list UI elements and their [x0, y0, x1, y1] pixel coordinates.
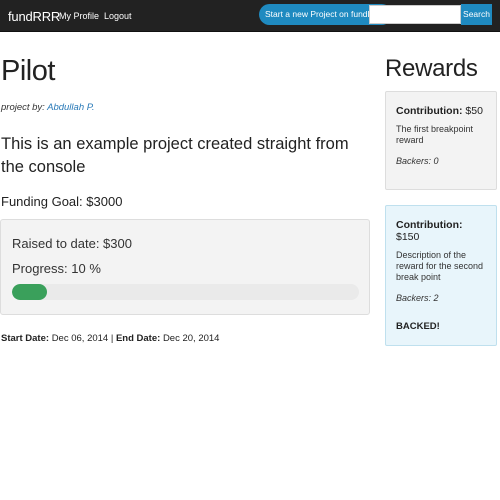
- funding-goal: Funding Goal: $3000: [1, 194, 123, 209]
- project-dates: Start Date: Dec 06, 2014 | End Date: Dec…: [1, 333, 219, 344]
- start-date-value: Dec 06, 2014: [51, 333, 109, 344]
- logout-link[interactable]: Logout: [104, 11, 132, 21]
- brand-logo-link[interactable]: fundRRR: [8, 9, 60, 24]
- byline-prefix: project by:: [1, 102, 45, 113]
- search-input[interactable]: [369, 5, 461, 24]
- date-separator: |: [110, 333, 114, 344]
- project-description: This is an example project created strai…: [1, 135, 349, 176]
- author-link[interactable]: Abdullah P.: [47, 102, 94, 113]
- progress-bar: [12, 284, 359, 300]
- project-title: Pilot: [1, 55, 55, 87]
- my-profile-link[interactable]: My Profile: [59, 11, 99, 21]
- raised-to-date: Raised to date: $300: [12, 236, 132, 251]
- start-date-label: Start Date:: [1, 333, 50, 344]
- top-navbar: fundRRR My Profile Logout Start a new Pr…: [0, 0, 500, 32]
- reward-contribution: Contribution: $50: [396, 105, 486, 117]
- contribution-amount: $50: [465, 105, 483, 117]
- contribution-label: Contribution:: [396, 219, 463, 231]
- search-button[interactable]: Search: [461, 4, 492, 25]
- progress-bar-fill: [12, 284, 47, 300]
- rewards-heading: Rewards: [385, 55, 478, 82]
- progress-label: Progress: 10 %: [12, 261, 101, 276]
- funding-status-panel: Raised to date: $300 Progress: 10 %: [0, 219, 370, 315]
- contribution-label: Contribution:: [396, 105, 463, 117]
- project-byline: project by: Abdullah P.: [1, 102, 95, 113]
- backed-status-badge: BACKED!: [396, 321, 440, 332]
- contribution-amount: $150: [396, 231, 420, 243]
- reward-description: Description of the reward for the second…: [396, 250, 484, 282]
- end-date-value: Dec 20, 2014: [162, 333, 220, 344]
- reward-description: The first breakpoint reward: [396, 124, 474, 145]
- reward-backers: Backers: 0: [396, 156, 439, 166]
- end-date-label: End Date:: [115, 333, 161, 344]
- reward-card[interactable]: Contribution: $50 The first breakpoint r…: [385, 91, 497, 190]
- reward-contribution: Contribution: $150: [396, 219, 486, 243]
- reward-card-backed[interactable]: Contribution: $150 Description of the re…: [385, 205, 497, 346]
- reward-backers: Backers: 2: [396, 293, 439, 303]
